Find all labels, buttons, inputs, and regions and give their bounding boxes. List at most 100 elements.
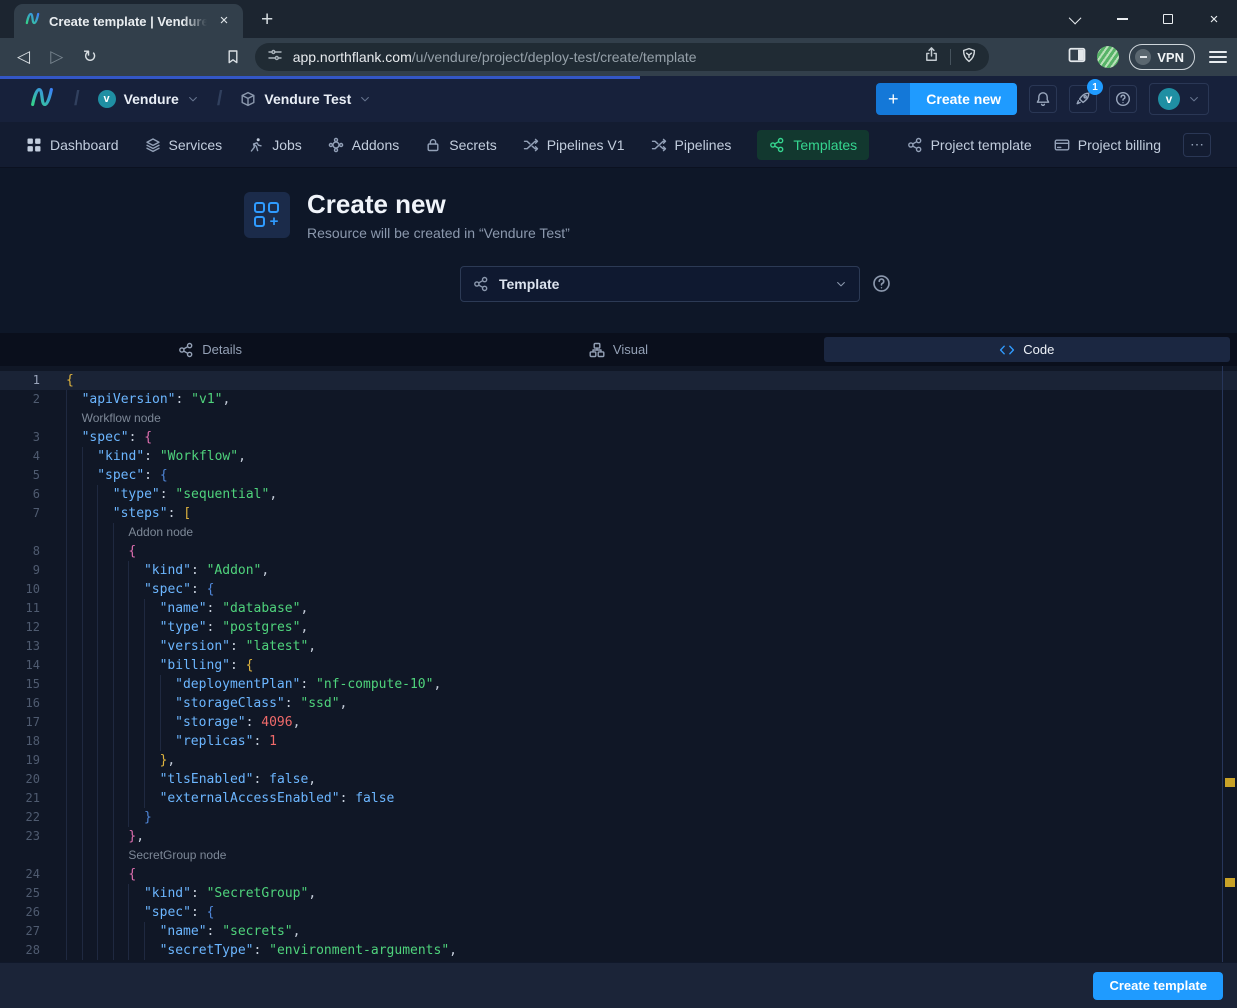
create-new-icon: +: [244, 192, 290, 238]
breadcrumb-project[interactable]: Vendure Test: [240, 91, 371, 107]
code-line[interactable]: 18"replicas": 1: [0, 732, 1237, 751]
more-nav-button[interactable]: ⋯: [1183, 133, 1211, 157]
nav-item-pipelines-v1[interactable]: Pipelines V1: [523, 137, 625, 153]
code-line[interactable]: 26"spec": {: [0, 903, 1237, 922]
line-number: 23: [0, 827, 40, 846]
nav-item-pipelines[interactable]: Pipelines: [651, 137, 732, 153]
browser-tab[interactable]: Create template | Vendure Test | ×: [14, 4, 243, 38]
code-line[interactable]: 6"type": "sequential",: [0, 485, 1237, 504]
code-line[interactable]: 10"spec": {: [0, 580, 1237, 599]
grid-icon: [26, 137, 42, 153]
line-number: 8: [0, 542, 40, 561]
northflank-logo[interactable]: [28, 83, 56, 116]
node-label: SecretGroup node: [128, 846, 226, 865]
code-line[interactable]: 13"version": "latest",: [0, 637, 1237, 656]
code-line[interactable]: 1{: [0, 371, 1237, 390]
code-line[interactable]: 3"spec": {: [0, 428, 1237, 447]
code-line[interactable]: 23},: [0, 827, 1237, 846]
code-line-content: "kind": "SecretGroup",: [66, 884, 316, 903]
back-button[interactable]: ◁: [10, 43, 37, 71]
code-node-label-row[interactable]: SecretGroup node: [0, 846, 1237, 865]
code-line[interactable]: 8{: [0, 542, 1237, 561]
url-text[interactable]: app.northflank.com/u/vendure/project/dep…: [293, 49, 924, 65]
project-nav: Dashboard Services Jobs Addons Secrets Pipeli…: [0, 122, 1237, 168]
code-line-content: "storageClass": "ssd",: [66, 694, 347, 713]
create-new-hero: + Create new Resource will be created in…: [0, 168, 1237, 333]
close-window-button[interactable]: ×: [1191, 0, 1237, 38]
line-number: 21: [0, 789, 40, 808]
chevron-down-icon: [1188, 93, 1200, 105]
code-line[interactable]: 16"storageClass": "ssd",: [0, 694, 1237, 713]
code-line[interactable]: 14"billing": {: [0, 656, 1237, 675]
code-line[interactable]: 24{: [0, 865, 1237, 884]
forward-button[interactable]: ▷: [43, 43, 70, 71]
template-help-button[interactable]: [872, 274, 891, 298]
maximize-button[interactable]: [1145, 0, 1191, 38]
site-settings-icon[interactable]: [267, 47, 283, 68]
bookmark-icon[interactable]: [220, 43, 247, 71]
create-template-button[interactable]: Create template: [1093, 972, 1223, 1000]
nav-item-dashboard[interactable]: Dashboard: [26, 137, 119, 153]
code-line[interactable]: 7"steps": [: [0, 504, 1237, 523]
code-line[interactable]: 25"kind": "SecretGroup",: [0, 884, 1237, 903]
code-line[interactable]: 4"kind": "Workflow",: [0, 447, 1237, 466]
tab-visual[interactable]: Visual: [415, 337, 821, 362]
code-node-label-row[interactable]: Addon node: [0, 523, 1237, 542]
page-subtitle: Resource will be created in “Vendure Tes…: [307, 225, 570, 241]
code-line[interactable]: 11"name": "database",: [0, 599, 1237, 618]
brave-shield-icon[interactable]: [961, 47, 977, 68]
vpn-button[interactable]: VPN: [1129, 44, 1195, 70]
nav-item-addons[interactable]: Addons: [328, 137, 399, 153]
code-line-content: "storage": 4096,: [66, 713, 300, 732]
help-button[interactable]: [1109, 85, 1137, 113]
nav-item-jobs[interactable]: Jobs: [248, 137, 302, 153]
nav-item-services[interactable]: Services: [145, 137, 223, 153]
code-line-content: {: [66, 542, 136, 561]
create-new-button[interactable]: + Create new: [876, 83, 1017, 115]
code-line[interactable]: 27"name": "secrets",: [0, 922, 1237, 941]
code-line[interactable]: 17"storage": 4096,: [0, 713, 1237, 732]
tab-code[interactable]: Code: [824, 337, 1230, 362]
code-line[interactable]: 9"kind": "Addon",: [0, 561, 1237, 580]
code-line[interactable]: 19},: [0, 751, 1237, 770]
notifications-button[interactable]: [1029, 85, 1057, 113]
action-footer: Create template: [0, 962, 1237, 1008]
nav-item-project-billing[interactable]: Project billing: [1054, 137, 1161, 153]
line-number: 11: [0, 599, 40, 618]
url-bar[interactable]: app.northflank.com/u/vendure/project/dep…: [255, 43, 990, 71]
line-number: 3: [0, 428, 40, 447]
org-badge: v: [98, 90, 116, 108]
code-line[interactable]: 12"type": "postgres",: [0, 618, 1237, 637]
share-icon[interactable]: [923, 46, 940, 68]
line-number: 27: [0, 922, 40, 941]
code-line[interactable]: 28"secretType": "environment-arguments",: [0, 941, 1237, 960]
tab-search-chevron-icon[interactable]: [1053, 0, 1099, 38]
overview-ruler-warning-marker[interactable]: [1225, 778, 1235, 787]
code-line[interactable]: 2"apiVersion": "v1",: [0, 390, 1237, 409]
tab-details[interactable]: Details: [7, 337, 413, 362]
tab-label: Code: [1023, 342, 1054, 357]
tab-close-icon[interactable]: ×: [215, 12, 233, 30]
whats-new-button[interactable]: 1: [1069, 85, 1097, 113]
reload-button[interactable]: ↻: [76, 43, 103, 71]
nav-item-secrets[interactable]: Secrets: [425, 137, 496, 153]
code-line[interactable]: 21"externalAccessEnabled": false: [0, 789, 1237, 808]
code-line[interactable]: 5"spec": {: [0, 466, 1237, 485]
code-line[interactable]: 22}: [0, 808, 1237, 827]
extension-icon[interactable]: [1097, 46, 1119, 68]
account-menu[interactable]: v: [1149, 83, 1209, 115]
minimize-button[interactable]: [1099, 0, 1145, 38]
code-editor[interactable]: 1{2"apiVersion": "v1",Workflow node3"spe…: [0, 366, 1237, 962]
nav-item-project-template[interactable]: Project template: [907, 137, 1032, 153]
new-tab-button[interactable]: +: [261, 10, 273, 30]
line-number: 5: [0, 466, 40, 485]
menu-icon[interactable]: [1209, 51, 1227, 63]
nav-item-templates[interactable]: Templates: [757, 130, 869, 160]
code-line[interactable]: 15"deploymentPlan": "nf-compute-10",: [0, 675, 1237, 694]
sidebar-toggle-icon[interactable]: [1067, 45, 1087, 70]
resource-type-select[interactable]: Template: [460, 266, 860, 302]
overview-ruler-warning-marker[interactable]: [1225, 878, 1235, 887]
code-node-label-row[interactable]: Workflow node: [0, 409, 1237, 428]
breadcrumb-org[interactable]: v Vendure: [98, 90, 199, 108]
code-line[interactable]: 20"tlsEnabled": false,: [0, 770, 1237, 789]
